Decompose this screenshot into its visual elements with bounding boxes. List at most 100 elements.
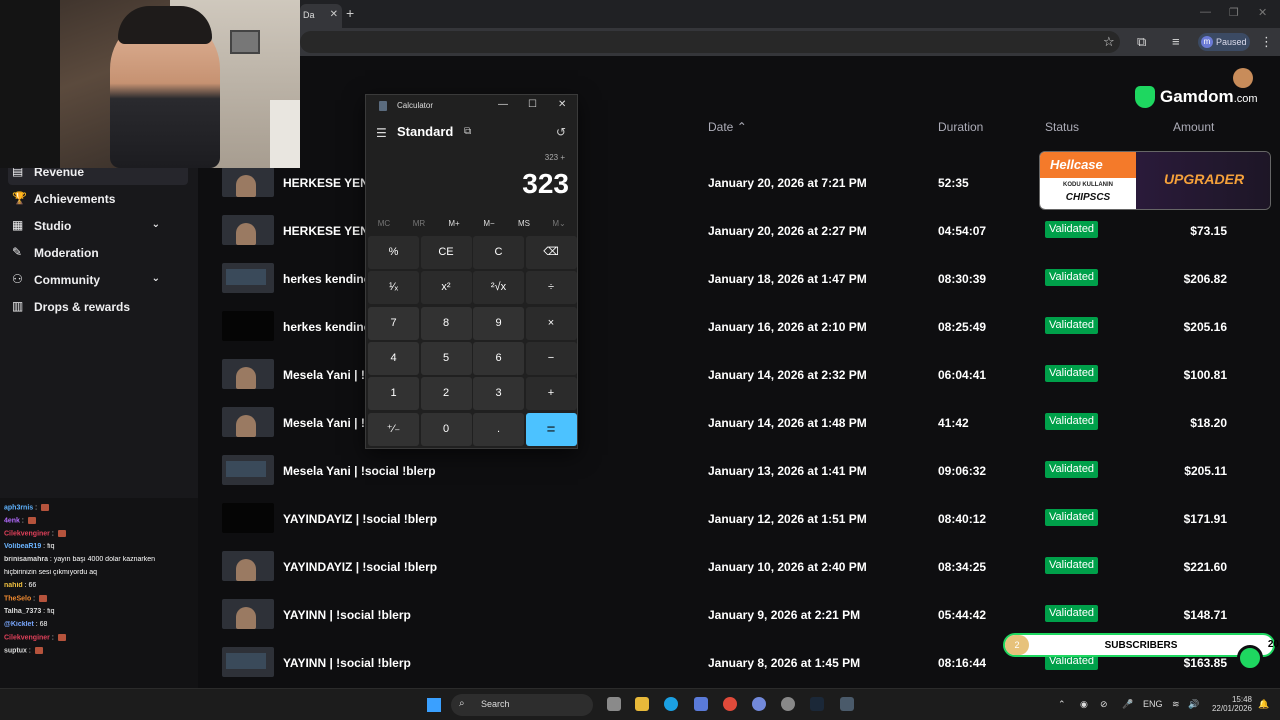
microphone-icon[interactable]: 🎤 [1122, 699, 1133, 710]
maximize-icon[interactable]: ❐ [1229, 6, 1239, 19]
memory-button[interactable]: MS [507, 219, 541, 228]
wifi-icon[interactable]: ≋ [1172, 699, 1180, 710]
reading-list-icon[interactable]: ≡ [1172, 34, 1180, 49]
calc-key[interactable]: + [525, 377, 577, 411]
calc-key[interactable]: 0 [420, 412, 472, 446]
calc-key[interactable]: 9 [473, 306, 524, 340]
column-header-amount[interactable]: Amount [1173, 120, 1214, 140]
calc-key[interactable]: 7 [368, 306, 419, 340]
chat-username[interactable]: aph3rnis [4, 504, 33, 511]
chat-username[interactable]: TheSelo [4, 595, 31, 602]
chat-username[interactable]: brinisamahra [4, 556, 48, 563]
new-tab-icon[interactable]: + [346, 5, 354, 21]
calc-key[interactable]: − [525, 341, 577, 375]
table-row[interactable]: YAYINDAYIZ | !social !blerp January 12, … [222, 497, 1242, 545]
store-icon[interactable] [694, 697, 708, 711]
trophy-icon: 🏆 [12, 191, 27, 205]
steam-icon[interactable] [810, 697, 824, 711]
calc-key[interactable]: 8 [420, 306, 472, 340]
file-explorer-icon[interactable] [635, 697, 649, 711]
task-view-icon[interactable] [607, 697, 621, 711]
calc-key[interactable]: 5 [420, 341, 472, 375]
history-icon[interactable]: ↺ [556, 125, 566, 139]
sidebar-item-moderation[interactable]: ✎ Moderation [8, 242, 188, 266]
calc-key[interactable]: × [525, 306, 577, 340]
windows-start-icon[interactable] [427, 698, 441, 712]
close-window-icon[interactable]: ✕ [1258, 6, 1267, 19]
memory-button[interactable]: M+ [437, 219, 471, 228]
calc-key[interactable]: 6 [473, 341, 524, 375]
sidebar-item-studio[interactable]: ▦ Studio ⌄ [8, 215, 188, 239]
calc-key[interactable]: . [473, 412, 524, 446]
star-icon[interactable]: ☆ [1103, 34, 1115, 50]
calc-key[interactable]: ÷ [525, 271, 577, 305]
calc-key[interactable]: 2 [420, 377, 472, 411]
calc-key[interactable]: = [525, 412, 577, 446]
stream-amount: $205.11 [1184, 464, 1227, 478]
chevron-up-icon[interactable]: ⌃ [1058, 699, 1066, 710]
calculator-taskbar-icon[interactable] [840, 697, 854, 711]
chat-username[interactable]: VolibeaR19 [4, 543, 41, 550]
table-row[interactable]: YAYINDAYIZ | !social !blerp January 10, … [222, 545, 1242, 593]
chat-username[interactable]: Cilekvenginer [4, 530, 50, 537]
stream-date: January 20, 2026 at 2:27 PM [708, 224, 867, 238]
sidebar-item-drops[interactable]: ▥ Drops & rewards [8, 296, 188, 320]
chat-username[interactable]: Talha_7373 [4, 608, 41, 615]
edge-icon[interactable] [664, 697, 678, 711]
column-header-date[interactable]: Date ⌃ [708, 120, 747, 140]
volume-icon[interactable]: 🔊 [1188, 699, 1199, 710]
calc-key[interactable]: 1 [368, 377, 419, 411]
clock[interactable]: 15:48 22/01/2026 [1210, 695, 1252, 713]
memory-button[interactable]: MR [402, 219, 436, 228]
memory-button[interactable]: M⌄ [542, 219, 576, 228]
extensions-icon[interactable]: ⧉ [1137, 34, 1146, 50]
calc-key[interactable]: C [473, 236, 524, 269]
url-input[interactable] [300, 31, 1120, 53]
chat-username[interactable]: @Kicklet [4, 621, 34, 628]
calc-key[interactable]: ⌫ [525, 236, 577, 269]
calculator-mode: Standard [397, 124, 454, 139]
chat-username[interactable]: Cilekvenginer [4, 634, 50, 641]
calc-key[interactable]: x² [420, 271, 472, 305]
chevron-down-icon[interactable]: ⌄ [152, 273, 160, 284]
browser-menu-icon[interactable]: ⋮ [1260, 34, 1273, 50]
calc-key[interactable]: ²√x [473, 271, 524, 305]
memory-button[interactable]: M− [472, 219, 506, 228]
close-icon[interactable]: ✕ [558, 99, 566, 110]
minimize-icon[interactable]: — [498, 99, 508, 110]
chat-username[interactable]: nahid [4, 582, 23, 589]
taskbar-search[interactable]: ⌕ Search [451, 694, 593, 716]
chat-username[interactable]: 4enk [4, 517, 20, 524]
table-row[interactable]: Mesela Yani | !social !blerp January 13,… [222, 449, 1242, 497]
calc-key[interactable]: 4 [368, 341, 419, 375]
obs-icon[interactable] [781, 697, 795, 711]
tab-close-icon[interactable]: ✕ [330, 9, 338, 20]
sidebar-item-community[interactable]: ⚇ Community ⌄ [8, 269, 188, 293]
calc-key[interactable]: ⁺⁄₋ [368, 412, 419, 446]
browser-tab[interactable]: Da ✕ [300, 4, 342, 28]
calc-key[interactable]: ¹⁄ₓ [368, 271, 419, 305]
minimize-icon[interactable]: — [1200, 6, 1211, 18]
memory-button[interactable]: MC [367, 219, 401, 228]
chat-username[interactable]: suptux [4, 647, 27, 654]
calc-key[interactable]: CE [420, 236, 472, 269]
chevron-down-icon[interactable]: ⌄ [152, 219, 160, 230]
discord-icon[interactable] [752, 697, 766, 711]
language-indicator[interactable]: ENG [1143, 699, 1163, 709]
profile-paused-button[interactable]: m Paused [1198, 33, 1250, 51]
hamburger-menu-icon[interactable]: ☰ [376, 126, 387, 140]
stream-amount: $221.60 [1183, 560, 1227, 574]
network-icon[interactable]: ⊘ [1100, 699, 1108, 710]
discord-tray-icon[interactable]: ◉ [1080, 699, 1088, 710]
chrome-icon[interactable] [723, 697, 737, 711]
keep-on-top-icon[interactable]: ⧉ [464, 126, 471, 137]
sidebar-item-achievements[interactable]: 🏆 Achievements [8, 188, 188, 212]
chat-emote-icon [27, 517, 36, 524]
column-header-status[interactable]: Status [1045, 120, 1079, 140]
calculator-window[interactable]: Calculator — ☐ ✕ ☰ Standard ⧉ ↺ 323 + 32… [365, 94, 578, 449]
calc-key[interactable]: % [368, 236, 419, 269]
notification-icon[interactable]: 🔔 [1258, 699, 1269, 710]
column-header-duration[interactable]: Duration [938, 120, 983, 140]
calc-key[interactable]: 3 [473, 377, 524, 411]
maximize-icon[interactable]: ☐ [528, 99, 537, 110]
